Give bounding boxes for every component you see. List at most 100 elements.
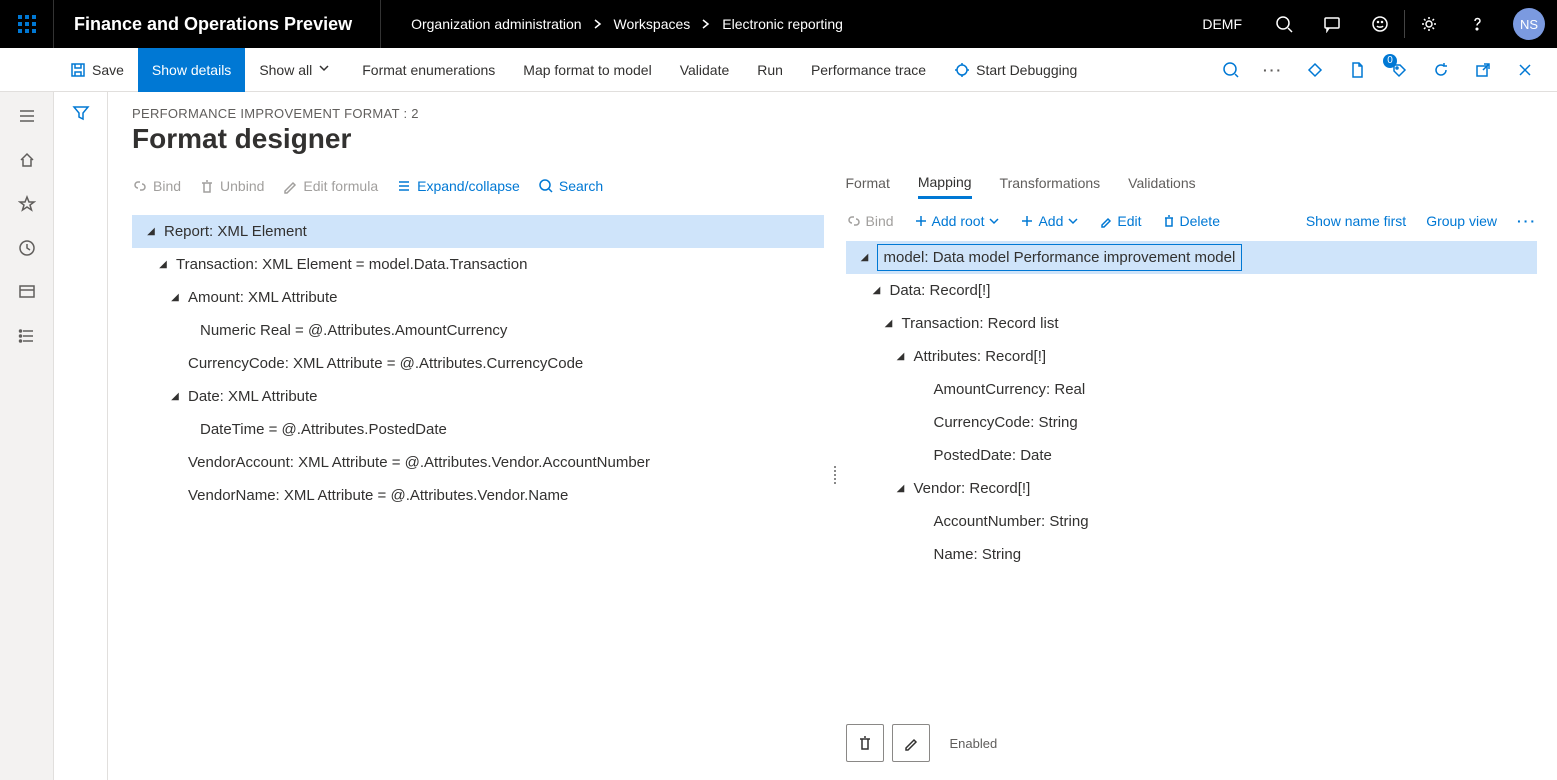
refresh-button[interactable] (1423, 52, 1459, 88)
show-all-button[interactable]: Show all (245, 48, 348, 92)
tree-node-label: model: Data model Performance improvemen… (878, 245, 1242, 270)
show-details-button[interactable]: Show details (138, 48, 245, 92)
more-button[interactable]: ··· (1517, 213, 1537, 229)
tree-caret-icon[interactable]: ◢ (156, 259, 170, 270)
close-button[interactable] (1507, 52, 1543, 88)
tab-mapping[interactable]: Mapping (918, 174, 972, 199)
mapping-tree-row[interactable]: AccountNumber: String (846, 505, 1538, 538)
breadcrumb-item[interactable]: Electronic reporting (722, 16, 843, 32)
format-tree-row[interactable]: DateTime = @.Attributes.PostedDate (132, 413, 824, 446)
format-tree-row[interactable]: CurrencyCode: XML Attribute = @.Attribut… (132, 347, 824, 380)
tree-node-label: AmountCurrency: Real (934, 381, 1086, 398)
filter-button[interactable] (72, 104, 90, 780)
map-format-button[interactable]: Map format to model (509, 48, 665, 92)
mapping-tree-row[interactable]: ◢Transaction: Record list (846, 307, 1538, 340)
format-tree-row[interactable]: ◢Amount: XML Attribute (132, 281, 824, 314)
mapping-tree-row[interactable]: ◢ model: Data model Performance improveme… (846, 241, 1538, 274)
messages-button[interactable] (1308, 0, 1356, 48)
feedback-button[interactable] (1356, 0, 1404, 48)
nav-home-button[interactable] (3, 140, 51, 180)
nav-favorites-button[interactable] (3, 184, 51, 224)
workspace-icon (18, 283, 36, 301)
delete-button[interactable]: Delete (1162, 213, 1220, 229)
shell: PERFORMANCE IMPROVEMENT FORMAT : 2 Forma… (0, 92, 1557, 780)
tree-caret-icon[interactable]: ◢ (858, 252, 872, 263)
mapping-tree-row[interactable]: ◢ Vendor: Record[!] (846, 472, 1538, 505)
format-tree-row[interactable]: VendorAccount: XML Attribute = @.Attribu… (132, 446, 824, 479)
format-tree-row[interactable]: VendorName: XML Attribute = @.Attributes… (132, 479, 824, 512)
format-enumerations-button[interactable]: Format enumerations (348, 48, 509, 92)
attachments-button[interactable] (1339, 52, 1375, 88)
mapping-tree-row[interactable]: AmountCurrency: Real (846, 373, 1538, 406)
add-root-button[interactable]: Add root (914, 213, 1001, 229)
nav-modules-button[interactable] (3, 316, 51, 356)
mapping-tree-row[interactable]: Name: String (846, 538, 1538, 571)
add-button[interactable]: Add (1020, 213, 1079, 229)
edit-formula-button[interactable]: Edit formula (282, 178, 378, 194)
edit-mapping-button[interactable] (892, 724, 930, 762)
validate-button[interactable]: Validate (666, 48, 744, 92)
tree-caret-icon[interactable]: ◢ (168, 292, 182, 303)
command-bar: Save Show details Show all Format enumer… (0, 48, 1557, 92)
unbind-button[interactable]: Unbind (199, 178, 264, 194)
main-area: PERFORMANCE IMPROVEMENT FORMAT : 2 Forma… (54, 92, 1557, 780)
start-debugging-button[interactable]: Start Debugging (940, 48, 1091, 92)
tree-caret-icon[interactable]: ◢ (870, 285, 884, 296)
plus-icon (914, 214, 928, 228)
format-tree[interactable]: ◢Report: XML Element◢Transaction: XML El… (132, 215, 824, 512)
nav-hamburger-button[interactable] (3, 96, 51, 136)
gear-icon (1420, 15, 1438, 33)
format-tree-row[interactable]: Numeric Real = @.Attributes.AmountCurren… (132, 314, 824, 347)
tab-format[interactable]: Format (846, 175, 890, 197)
nav-workspaces-button[interactable] (3, 272, 51, 312)
delete-mapping-button[interactable] (846, 724, 884, 762)
group-view-link[interactable]: Group view (1426, 213, 1497, 229)
tree-node-label: Numeric Real = @.Attributes.AmountCurren… (200, 322, 507, 339)
app-launcher-button[interactable] (0, 0, 54, 48)
question-icon (1468, 15, 1486, 33)
perf-trace-button[interactable]: Performance trace (797, 48, 940, 92)
run-button[interactable]: Run (743, 48, 797, 92)
more-button[interactable]: ··· (1255, 52, 1291, 88)
popout-button[interactable] (1465, 52, 1501, 88)
mapping-bind-button[interactable]: Bind (846, 213, 894, 229)
format-tree-row[interactable]: ◢Report: XML Element (132, 215, 824, 248)
bind-button[interactable]: Bind (132, 178, 181, 194)
search-button[interactable] (1260, 0, 1308, 48)
tree-caret-icon[interactable]: ◢ (894, 483, 908, 494)
tree-node-label: CurrencyCode: XML Attribute = @.Attribut… (188, 355, 583, 372)
tab-validations[interactable]: Validations (1128, 175, 1195, 197)
tab-transformations[interactable]: Transformations (1000, 175, 1101, 197)
tree-caret-icon[interactable]: ◢ (882, 318, 896, 329)
company-picker[interactable]: DEMF (1184, 16, 1260, 32)
search-button[interactable]: Search (538, 178, 603, 194)
notification-button[interactable]: 0 (1381, 52, 1417, 88)
tree-caret-icon[interactable]: ◢ (144, 226, 158, 237)
pin-button[interactable] (1297, 52, 1333, 88)
nav-recent-button[interactable] (3, 228, 51, 268)
edit-button[interactable]: Edit (1099, 213, 1141, 229)
expand-collapse-button[interactable]: Expand/collapse (396, 178, 520, 194)
refresh-icon (1432, 61, 1450, 79)
tree-node-label: Vendor: Record[!] (914, 480, 1031, 497)
tree-node-label: VendorName: XML Attribute = @.Attributes… (188, 487, 568, 504)
tree-caret-icon[interactable]: ◢ (168, 391, 182, 402)
save-button[interactable]: Save (56, 48, 138, 92)
help-button[interactable] (1453, 0, 1501, 48)
mapping-tree-row[interactable]: PostedDate: Date (846, 439, 1538, 472)
mapping-tree-row[interactable]: ◢Data: Record[!] (846, 274, 1538, 307)
mapping-tree-row[interactable]: CurrencyCode: String (846, 406, 1538, 439)
tree-caret-icon[interactable]: ◢ (894, 351, 908, 362)
cmdbar-search-button[interactable] (1213, 52, 1249, 88)
mapping-tree[interactable]: ◢ model: Data model Performance improveme… (846, 241, 1538, 571)
format-tree-row[interactable]: ◢ Transaction: XML Element = model.Data.T… (132, 248, 824, 281)
tree-node-label: Transaction: XML Element = model.Data.Tr… (176, 256, 527, 273)
show-name-first-link[interactable]: Show name first (1306, 213, 1406, 229)
settings-button[interactable] (1405, 0, 1453, 48)
breadcrumb-item[interactable]: Workspaces (614, 16, 691, 32)
breadcrumb-item[interactable]: Organization administration (411, 16, 581, 32)
mapping-tree-row[interactable]: ◢Attributes: Record[!] (846, 340, 1538, 373)
format-tree-row[interactable]: ◢Date: XML Attribute (132, 380, 824, 413)
pencil-icon (1099, 214, 1113, 228)
user-avatar[interactable]: NS (1513, 8, 1545, 40)
